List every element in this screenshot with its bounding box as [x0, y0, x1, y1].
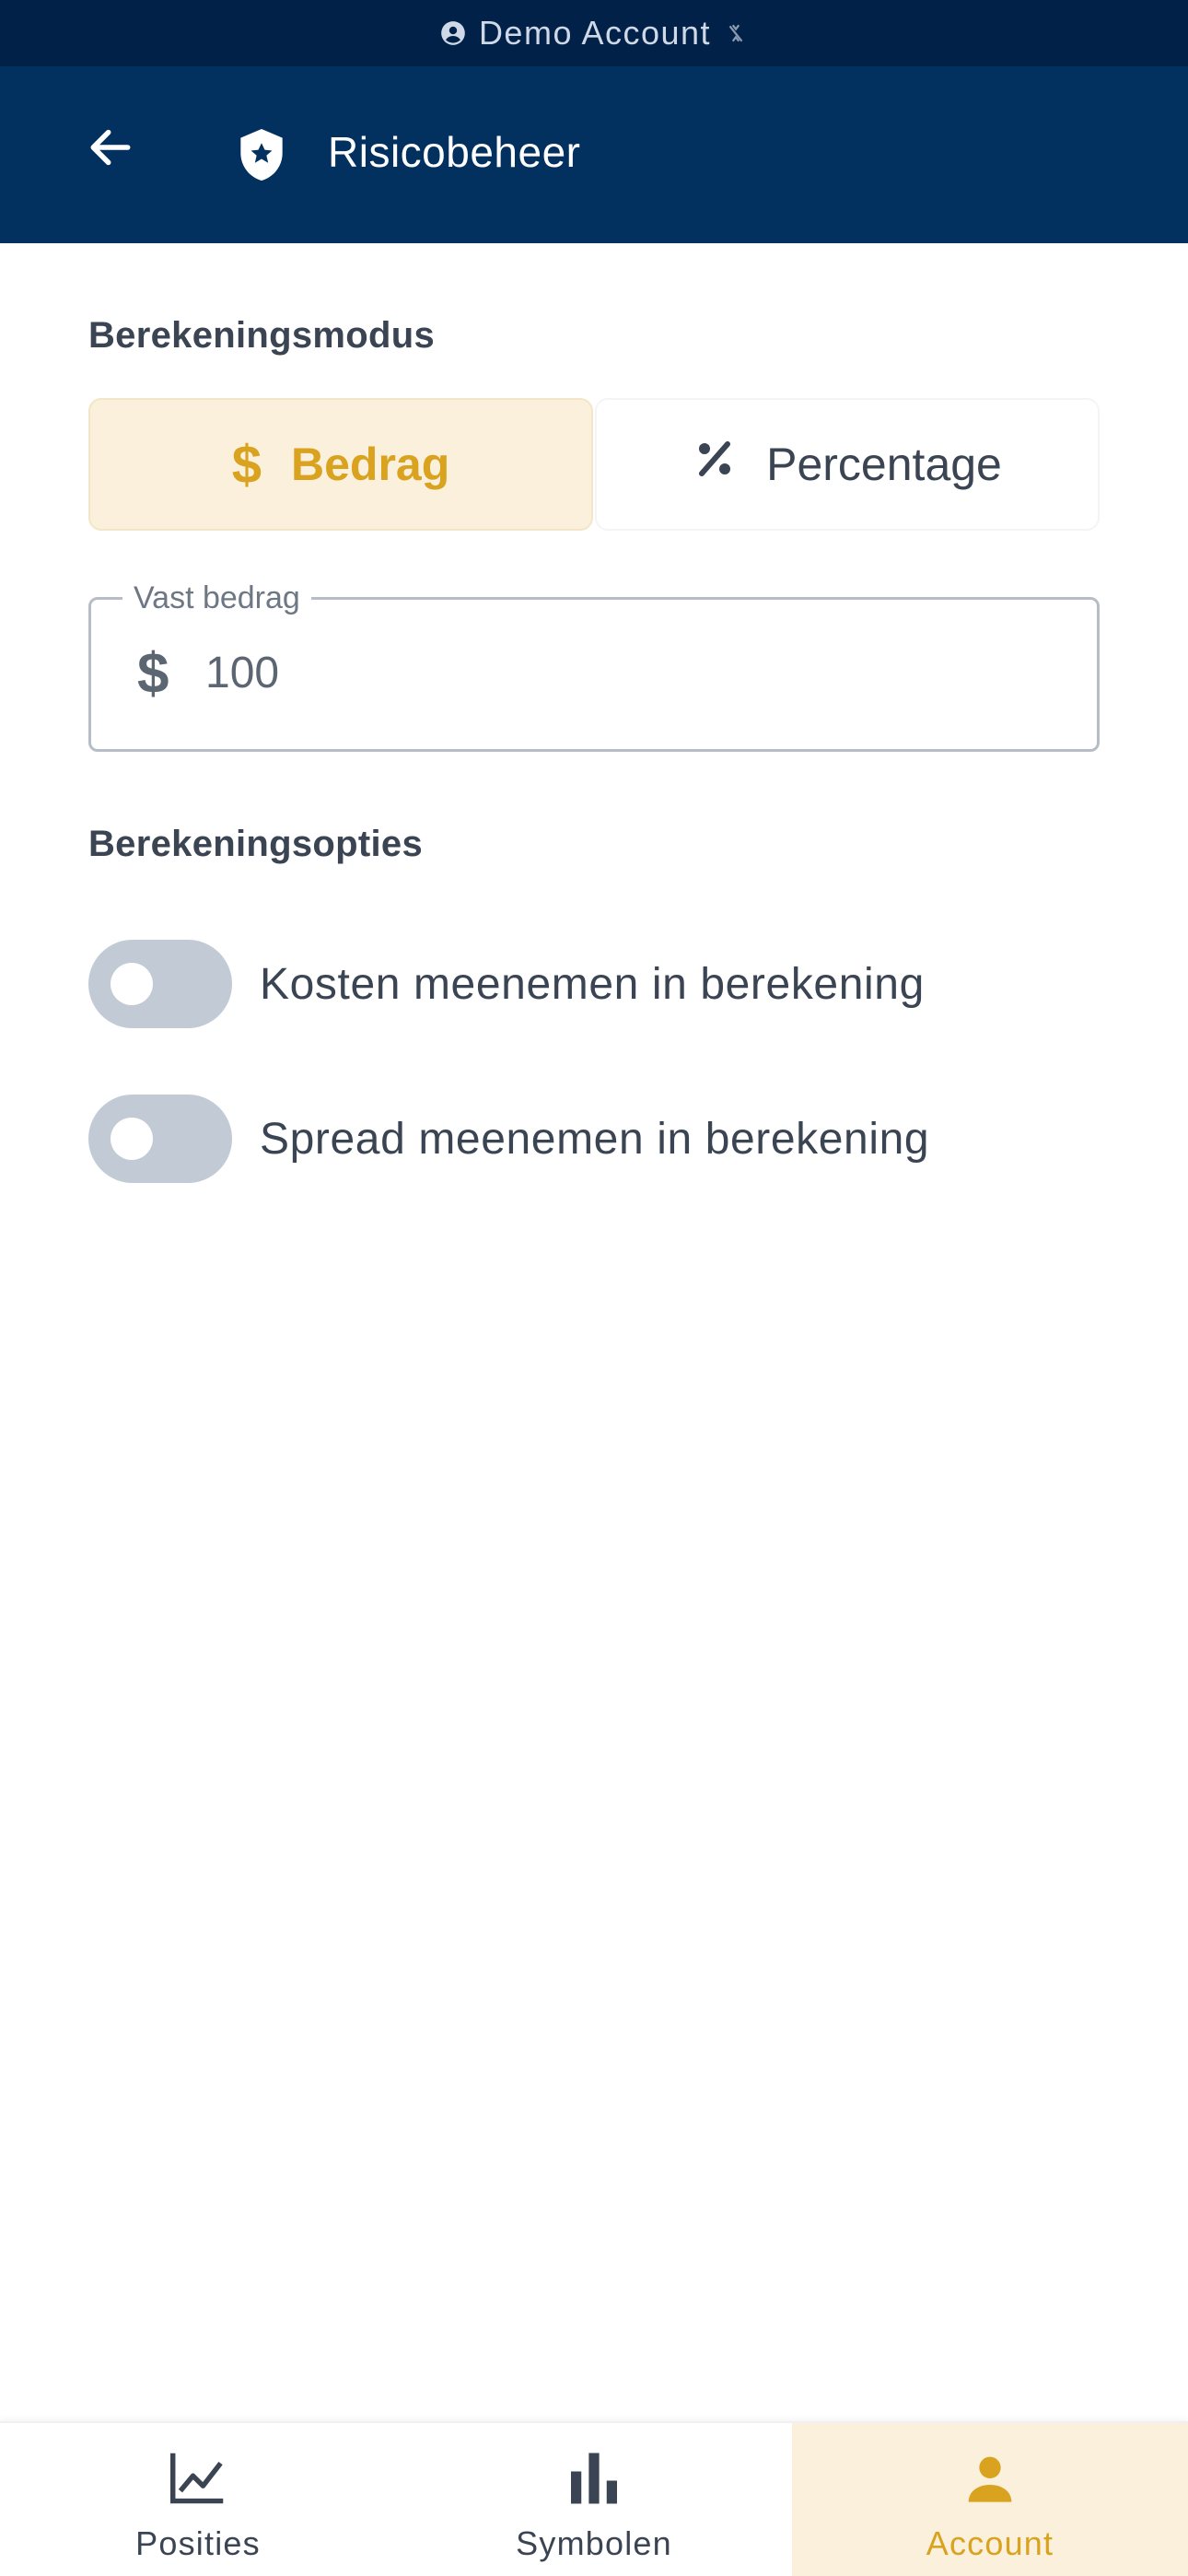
person-icon	[964, 2449, 1016, 2508]
nav-item-account[interactable]: Account	[792, 2423, 1188, 2576]
sync-off-icon	[724, 20, 748, 46]
costs-toggle[interactable]	[88, 940, 232, 1028]
line-chart-icon	[168, 2449, 228, 2508]
spread-toggle-label: Spread meenemen in berekening	[260, 1114, 930, 1164]
demo-account-banner: Demo Account	[0, 0, 1188, 66]
nav-label-symbolen: Symbolen	[516, 2524, 672, 2562]
bar-chart-icon	[566, 2449, 622, 2508]
options-section-label: Berekeningsopties	[88, 824, 423, 864]
toggle-row-spread: Spread meenemen in berekening	[88, 1095, 1100, 1183]
nav-label-posities: Posities	[135, 2524, 261, 2562]
costs-toggle-label: Kosten meenemen in berekening	[260, 959, 925, 1009]
page-title: Risicobeheer	[328, 128, 581, 176]
dollar-prefix-icon: $	[137, 642, 169, 706]
mode-option-percentage[interactable]: Percentage	[595, 398, 1100, 531]
nav-label-account: Account	[926, 2524, 1054, 2562]
app-bar: Risicobeheer	[0, 66, 1188, 243]
bottom-navigation: Posities Symbolen Account	[0, 2421, 1188, 2576]
arrow-left-icon	[85, 122, 136, 178]
shield-star-icon	[232, 125, 291, 184]
nav-item-posities[interactable]: Posities	[0, 2423, 396, 2576]
page: Demo Account Risicobeheer Berekeningsmod	[0, 0, 1188, 2576]
nav-item-symbolen[interactable]: Symbolen	[396, 2423, 792, 2576]
mode-section-label: Berekeningsmodus	[88, 315, 436, 356]
demo-account-label: Demo Account	[478, 14, 712, 52]
fixed-amount-input[interactable]	[205, 637, 1034, 710]
spread-toggle[interactable]	[88, 1095, 232, 1183]
percent-icon	[693, 437, 737, 492]
mode-option-amount-label: Bedrag	[291, 439, 450, 490]
dollar-icon: $	[231, 434, 262, 495]
toggle-knob	[111, 1118, 153, 1160]
account-circle-icon	[440, 20, 466, 46]
back-button[interactable]	[74, 112, 147, 186]
fixed-amount-field[interactable]: Vast bedrag $	[88, 578, 1100, 752]
mode-option-percentage-label: Percentage	[766, 439, 1002, 490]
mode-option-amount[interactable]: $ Bedrag	[88, 398, 593, 531]
toggle-row-costs: Kosten meenemen in berekening	[88, 940, 1100, 1028]
toggle-knob	[111, 963, 153, 1005]
fixed-amount-label: Vast bedrag	[122, 578, 311, 618]
